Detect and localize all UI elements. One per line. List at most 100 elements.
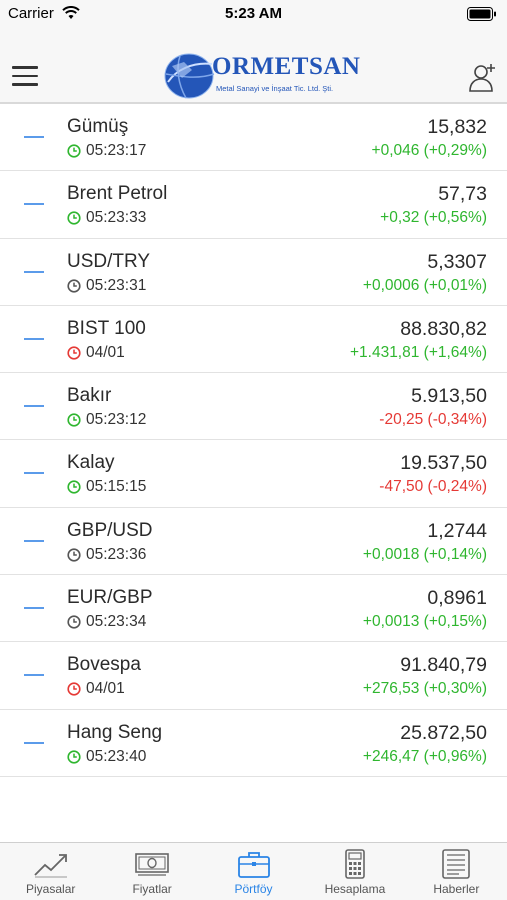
list-item[interactable]: Bovespa 04/01 91.840,79 +276,53 (+0,30%) bbox=[0, 642, 507, 710]
tab-hesaplama[interactable]: Hesaplama bbox=[304, 843, 405, 900]
tab-label-hesaplama: Hesaplama bbox=[324, 882, 386, 896]
instrument-name: Gümüş bbox=[67, 116, 129, 137]
instrument-price: 25.872,50 bbox=[400, 721, 487, 744]
price-change: +276,53 (+0,30%) bbox=[362, 680, 487, 698]
instrument-price: 19.537,50 bbox=[400, 452, 487, 475]
briefcase-icon bbox=[237, 852, 270, 878]
clock-icon bbox=[67, 750, 81, 764]
tab-haberler[interactable]: Haberler bbox=[406, 843, 507, 900]
user-add-icon[interactable] bbox=[469, 62, 497, 92]
trend-dash-icon bbox=[24, 741, 44, 744]
update-time: 05:23:36 bbox=[67, 546, 146, 564]
instrument-name: Hang Seng bbox=[67, 721, 163, 743]
instrument-price: 0,8961 bbox=[427, 587, 487, 610]
clock-icon bbox=[67, 278, 81, 293]
banknote-icon bbox=[135, 853, 169, 876]
update-time: 05:23:31 bbox=[67, 277, 146, 295]
list-item[interactable]: Kalay 05:15:15 19.537,50 -47,50 (-0,24%) bbox=[0, 440, 507, 508]
price-change: +0,0006 (+0,01%) bbox=[362, 276, 487, 294]
trend-dash-icon bbox=[24, 674, 44, 677]
instrument-name: BIST 100 bbox=[67, 317, 146, 339]
globe-logo-icon bbox=[164, 53, 215, 99]
update-time-label: 05:15:15 bbox=[86, 478, 147, 496]
trend-dash-icon bbox=[24, 607, 44, 610]
update-time-label: 04/01 bbox=[86, 680, 125, 698]
instrument-price: 88.830,82 bbox=[400, 317, 487, 340]
update-time-label: 05:23:17 bbox=[86, 142, 147, 159]
update-time: 05:23:40 bbox=[67, 748, 146, 766]
trend-dash-icon bbox=[24, 270, 44, 273]
trend-chart-icon bbox=[34, 854, 67, 878]
clock-icon bbox=[67, 548, 81, 562]
trend-dash-icon bbox=[24, 472, 44, 475]
trend-dash-icon bbox=[24, 337, 44, 340]
update-time: 05:15:15 bbox=[67, 478, 146, 496]
instrument-name: Bakır bbox=[67, 385, 112, 407]
price-change: +0,046 (+0,29%) bbox=[371, 142, 487, 159]
tab-fiyatlar[interactable]: Fiyatlar bbox=[101, 843, 202, 900]
price-change: +0,0013 (+0,15%) bbox=[362, 613, 487, 631]
portfolio-list: Gümüş 05:23:17 15,832 +0,046 (+0,29%) Brent … bbox=[0, 104, 507, 777]
update-time: 05:23:33 bbox=[67, 209, 146, 227]
clock-icon bbox=[67, 346, 81, 360]
update-time-label: 05:23:40 bbox=[86, 747, 147, 765]
tab-label-haberler: Haberler bbox=[433, 882, 480, 896]
logo-subtitle: Metal Sanayi ve İnşaat Tic. Ltd. Şti. bbox=[216, 84, 334, 93]
clock-icon bbox=[67, 682, 81, 696]
update-time: 05:23:12 bbox=[67, 411, 146, 429]
list-item[interactable]: Brent Petrol 05:23:33 57,73 +0,32 (+0,56%) bbox=[0, 171, 507, 239]
update-time: 05:23:17 bbox=[67, 142, 146, 160]
list-item[interactable]: BIST 100 04/01 88.830,82 +1.431,81 (+1,64%) bbox=[0, 306, 507, 374]
status-time: 5:23 AM bbox=[225, 5, 282, 22]
tab-label-fiyatlar: Fiyatlar bbox=[132, 882, 172, 896]
update-time-label: 04/01 bbox=[86, 343, 125, 361]
update-time-label: 05:23:31 bbox=[86, 276, 147, 294]
instrument-name: USD/TRY bbox=[67, 250, 151, 272]
trend-dash-icon bbox=[24, 136, 44, 138]
update-time-label: 05:23:34 bbox=[86, 613, 147, 631]
price-change: +1.431,81 (+1,64%) bbox=[349, 343, 487, 361]
list-item[interactable]: GBP/USD 05:23:36 1,2744 +0,0018 (+0,14%) bbox=[0, 508, 507, 576]
instrument-name: GBP/USD bbox=[67, 519, 153, 541]
price-change: -47,50 (-0,24%) bbox=[379, 478, 487, 496]
instrument-price: 5.913,50 bbox=[411, 385, 487, 408]
trend-dash-icon bbox=[24, 539, 44, 542]
list-item[interactable]: Bakır 05:23:12 5.913,50 -20,25 (-0,34%) bbox=[0, 373, 507, 441]
instrument-price: 91.840,79 bbox=[400, 654, 487, 677]
clock-icon bbox=[67, 144, 81, 158]
newspaper-icon bbox=[442, 849, 471, 879]
instrument-price: 15,832 bbox=[427, 116, 487, 138]
instrument-price: 57,73 bbox=[438, 183, 487, 206]
tab-label-portfoy: Pörtföy bbox=[234, 882, 273, 896]
ormetsan-logo: ORMETSAN Metal Sanayi ve İnşaat Tic. Ltd… bbox=[162, 52, 360, 100]
price-change: +246,47 (+0,96%) bbox=[362, 747, 487, 765]
status-bar: Carrier 5:23 AM bbox=[0, 0, 507, 28]
tab-bar: Piyasalar Fiyatlar Pörtföy Hesaplama Hab… bbox=[0, 842, 507, 900]
clock-icon bbox=[67, 615, 81, 629]
instrument-name: Brent Petrol bbox=[67, 183, 168, 205]
price-change: -20,25 (-0,34%) bbox=[379, 411, 487, 429]
battery-icon bbox=[467, 7, 496, 21]
update-time-label: 05:23:33 bbox=[86, 209, 147, 227]
update-time-label: 05:23:12 bbox=[86, 411, 147, 429]
tab-piyasalar[interactable]: Piyasalar bbox=[0, 843, 101, 900]
hamburger-icon[interactable] bbox=[12, 66, 38, 86]
update-time: 04/01 bbox=[67, 344, 125, 362]
instrument-name: EUR/GBP bbox=[67, 587, 153, 609]
instrument-price: 1,2744 bbox=[427, 519, 487, 542]
instrument-name: Kalay bbox=[67, 452, 115, 474]
list-item[interactable]: EUR/GBP 05:23:34 0,8961 +0,0013 (+0,15%) bbox=[0, 575, 507, 643]
update-time: 04/01 bbox=[67, 680, 125, 698]
list-item[interactable]: Gümüş 05:23:17 15,832 +0,046 (+0,29%) bbox=[0, 104, 507, 172]
list-item[interactable]: Hang Seng 05:23:40 25.872,50 +246,47 (+0,96… bbox=[0, 710, 507, 777]
clock-icon bbox=[67, 211, 81, 225]
tab-portfoy[interactable]: Pörtföy bbox=[203, 843, 304, 900]
list-item[interactable]: USD/TRY 05:23:31 5,3307 +0,0006 (+0,01%) bbox=[0, 239, 507, 306]
calculator-icon bbox=[345, 849, 365, 879]
trend-dash-icon bbox=[24, 203, 44, 206]
instrument-name: Bovespa bbox=[67, 654, 141, 676]
clock-icon bbox=[67, 480, 81, 495]
price-change: +0,32 (+0,56%) bbox=[380, 209, 487, 227]
price-change: +0,0018 (+0,14%) bbox=[362, 545, 487, 563]
update-time: 05:23:34 bbox=[67, 613, 146, 631]
